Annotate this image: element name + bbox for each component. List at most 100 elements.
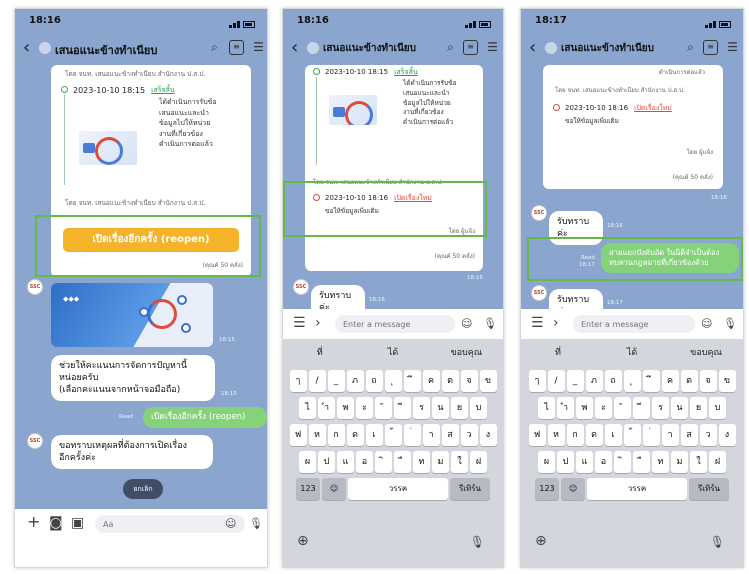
search-icon[interactable]: ⌕: [207, 40, 222, 55]
keyboard-key[interactable]: ก: [566, 424, 584, 446]
keyboard-key[interactable]: ค: [422, 370, 440, 392]
suggestion-item[interactable]: ขอบคุณ: [430, 345, 503, 359]
image-icon[interactable]: ▣: [71, 515, 84, 531]
mic-icon[interactable]: 🎙: [249, 517, 263, 530]
message-input[interactable]: [335, 315, 455, 333]
keyboard-key[interactable]: ถ: [365, 370, 383, 392]
keyboard-key[interactable]: ้: [623, 424, 641, 446]
keyboard-key[interactable]: ำ: [557, 397, 574, 419]
emoji-key-icon[interactable]: ☺: [561, 478, 585, 500]
message-input[interactable]: [95, 515, 245, 533]
keyboard-key[interactable]: ื: [633, 451, 650, 473]
keyboard-key[interactable]: แ: [576, 451, 593, 473]
keyboard-key[interactable]: ุ: [623, 370, 641, 392]
keyboard-key[interactable]: ม: [671, 451, 688, 473]
keyboard-key[interactable]: ห: [547, 424, 565, 446]
keyboard-key[interactable]: ม: [432, 451, 449, 473]
keyboard-key[interactable]: ภ: [346, 370, 364, 392]
keyboard-key[interactable]: า: [422, 424, 440, 446]
chevron-right-icon[interactable]: ›: [553, 315, 559, 331]
keyboard-key[interactable]: ต: [441, 370, 459, 392]
keyboard-key[interactable]: ฝ: [470, 451, 487, 473]
keyboard-key[interactable]: /: [547, 370, 565, 392]
keyboard-key[interactable]: ใ: [451, 451, 468, 473]
camera-icon[interactable]: ◙: [49, 515, 63, 531]
event-status-link[interactable]: เสร็จสิ้น: [394, 67, 418, 77]
chat-area[interactable]: 18:16 ‹ เสนอแนะข้างทำเนียบ ⌕ ≡ ☰ โดย จนท…: [15, 9, 267, 509]
keyboard-key[interactable]: พ: [576, 397, 593, 419]
menu-icon[interactable]: ☰: [725, 40, 740, 55]
mic-icon[interactable]: 🎙: [483, 317, 497, 330]
back-arrow-icon[interactable]: ‹: [23, 37, 30, 58]
keyboard-key[interactable]: ต: [680, 370, 698, 392]
globe-icon[interactable]: ⊕: [535, 533, 547, 549]
keyboard-key[interactable]: ข: [479, 370, 497, 392]
space-key[interactable]: วรรค: [348, 478, 448, 500]
notes-icon[interactable]: ≡: [703, 40, 718, 55]
suggestion-item[interactable]: ที่: [283, 345, 356, 359]
keyboard-key[interactable]: ะ: [595, 397, 612, 419]
suggestion-item[interactable]: ได้: [356, 345, 429, 359]
keyboard-key[interactable]: ด: [346, 424, 364, 446]
menu-icon[interactable]: ☰: [293, 315, 306, 331]
keyboard-key[interactable]: ไ: [538, 397, 555, 419]
chat-area[interactable]: 18:16 ‹ เสนอแนะข้างทำเนียบ ⌕ ≡ ☰ 2023-10…: [283, 9, 503, 309]
keyboard-key[interactable]: ฟ: [289, 424, 307, 446]
notes-icon[interactable]: ≡: [463, 40, 478, 55]
keyboard-key[interactable]: _: [566, 370, 584, 392]
suggestion-item[interactable]: ได้: [595, 345, 669, 359]
keyboard-key[interactable]: ึ: [403, 370, 421, 392]
space-key[interactable]: วรรค: [587, 478, 687, 500]
keyboard-key[interactable]: ร: [413, 397, 430, 419]
keyboard-key[interactable]: ภ: [585, 370, 603, 392]
globe-icon[interactable]: ⊕: [297, 533, 309, 549]
numbers-key[interactable]: 123: [535, 478, 559, 500]
keyboard-key[interactable]: เ: [604, 424, 622, 446]
event-status-link[interactable]: เปิดเรื่องใหม่: [634, 103, 672, 113]
keyboard-key[interactable]: ถ: [604, 370, 622, 392]
suggestion-item[interactable]: ขอบคุณ: [669, 345, 743, 359]
keyboard-key[interactable]: ค: [661, 370, 679, 392]
search-icon[interactable]: ⌕: [443, 40, 458, 55]
keyboard-key[interactable]: ท: [652, 451, 669, 473]
suggestion-item[interactable]: ที่: [521, 345, 595, 359]
keyboard-key[interactable]: ด: [585, 424, 603, 446]
keyboard-key[interactable]: พ: [337, 397, 354, 419]
back-arrow-icon[interactable]: ‹: [291, 37, 298, 58]
keyboard-key[interactable]: จ: [699, 370, 717, 392]
keyboard-key[interactable]: ป: [557, 451, 574, 473]
keyboard-key[interactable]: ื: [394, 451, 411, 473]
keyboard-key[interactable]: น: [671, 397, 688, 419]
mic-icon[interactable]: 🎙: [723, 317, 737, 330]
event-status-link[interactable]: เสร็จสิ้น: [151, 85, 175, 95]
keyboard-key[interactable]: อ: [356, 451, 373, 473]
keyboard-key[interactable]: ะ: [356, 397, 373, 419]
menu-icon[interactable]: ☰: [251, 40, 266, 55]
keyboard-key[interactable]: ผ: [299, 451, 316, 473]
emoji-icon[interactable]: ☺: [701, 317, 712, 330]
keyboard-key[interactable]: ง: [718, 424, 736, 446]
return-key[interactable]: รีเทิร์น: [450, 478, 490, 500]
keyboard-key[interactable]: ิ: [375, 451, 392, 473]
emoji-icon[interactable]: ☺: [461, 317, 472, 330]
emoji-key-icon[interactable]: ☺: [322, 478, 346, 500]
keyboard-key[interactable]: จ: [460, 370, 478, 392]
keyboard-key[interactable]: ข: [718, 370, 736, 392]
dictation-mic-icon[interactable]: 🎙: [470, 535, 485, 549]
dictation-mic-icon[interactable]: 🎙: [710, 535, 725, 549]
numbers-key[interactable]: 123: [296, 478, 320, 500]
keyboard-key[interactable]: ๅ: [289, 370, 307, 392]
back-arrow-icon[interactable]: ‹: [529, 37, 536, 58]
keyboard-key[interactable]: า: [661, 424, 679, 446]
keyboard-key[interactable]: ั: [375, 397, 392, 419]
keyboard-key[interactable]: ๅ: [528, 370, 546, 392]
keyboard-key[interactable]: เ: [365, 424, 383, 446]
cancel-button[interactable]: ยกเลิก: [123, 479, 163, 499]
keyboard-key[interactable]: _: [327, 370, 345, 392]
keyboard-key[interactable]: ย: [451, 397, 468, 419]
menu-icon[interactable]: ☰: [485, 40, 500, 55]
keyboard-key[interactable]: ่: [403, 424, 421, 446]
keyboard-key[interactable]: ฝ: [709, 451, 726, 473]
search-icon[interactable]: ⌕: [683, 40, 698, 55]
keyboard-key[interactable]: ผ: [538, 451, 555, 473]
